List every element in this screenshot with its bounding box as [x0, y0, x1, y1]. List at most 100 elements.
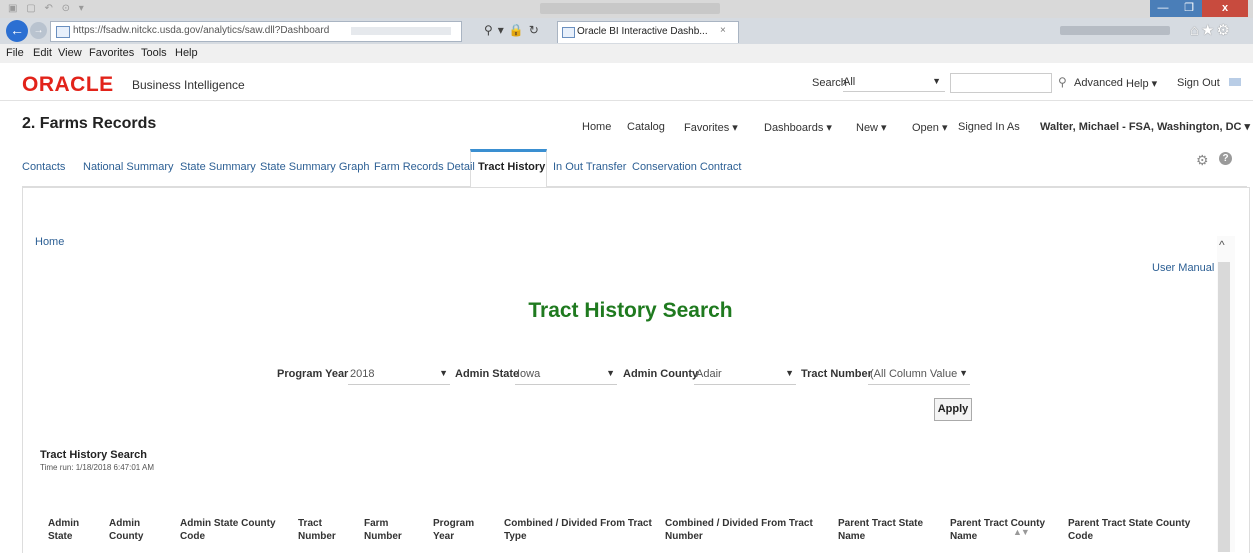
column-header-parent-tract-county-name[interactable]: Parent Tract County Name	[950, 517, 1045, 543]
nav-new[interactable]: New ▾	[856, 121, 887, 134]
maximize-button[interactable]: ❐	[1176, 0, 1202, 17]
column-header-combined-number[interactable]: Combined / Divided From Tract Number	[665, 517, 813, 543]
tab-in-out-transfer[interactable]: In Out Transfer	[553, 161, 626, 173]
time-run: Time run: 1/18/2018 6:47:01 AM	[40, 463, 154, 472]
dashboard-title: 2. Farms Records	[22, 115, 157, 132]
search-scope-value: All	[843, 76, 856, 88]
chevron-down-icon: ▼	[959, 368, 968, 378]
tract-number-select[interactable]: (All Column Value ▼	[868, 364, 970, 385]
help-icon[interactable]: ?	[1219, 152, 1232, 165]
header-line-2: Number	[364, 531, 402, 542]
admin-county-label: Admin County	[623, 368, 699, 380]
signed-in-user-menu[interactable]: Walter, Michael - FSA, Washington, DC ▾	[1040, 120, 1250, 133]
tab-national-summary[interactable]: National Summary	[83, 161, 173, 173]
column-header-admin-state[interactable]: Admin State	[48, 517, 79, 543]
menu-view[interactable]: View	[58, 47, 82, 59]
result-title: Tract History Search	[40, 449, 147, 461]
tab-contacts[interactable]: Contacts	[22, 161, 65, 173]
program-year-label: Program Year	[277, 368, 349, 380]
header-line-1: Parent Tract State County	[1068, 518, 1191, 529]
chevron-down-icon: ▼	[606, 368, 615, 378]
program-year-select[interactable]: 2018 ▼	[348, 364, 450, 385]
column-header-tract-number[interactable]: Tract Number	[298, 517, 336, 543]
home-favorites-settings-icons[interactable]: ⌂★⚙	[1190, 21, 1232, 39]
browser-tab-oracle[interactable]: Oracle BI Interactive Dashb... ×	[557, 21, 739, 43]
column-header-admin-county[interactable]: Admin County	[109, 517, 143, 543]
breadcrumb-home[interactable]: Home	[35, 236, 64, 248]
header-line-2: Year	[433, 531, 455, 542]
column-header-farm-number[interactable]: Farm Number	[364, 517, 402, 543]
sign-out-link[interactable]: Sign Out	[1177, 77, 1220, 89]
scroll-up-icon[interactable]: ^	[1219, 238, 1225, 252]
url-text[interactable]: https://fsadw.nitckc.usda.gov/analytics/…	[73, 25, 329, 36]
nav-dashboards[interactable]: Dashboards ▾	[764, 121, 832, 134]
header-line-2: Type	[504, 531, 527, 542]
tab-tract-history[interactable]: Tract History	[478, 161, 545, 173]
help-menu[interactable]: Help ▾	[1126, 77, 1157, 90]
admin-state-label: Admin State	[455, 368, 520, 380]
tab-state-summary[interactable]: State Summary	[180, 161, 256, 173]
page-icon	[562, 27, 575, 38]
menu-edit[interactable]: Edit	[33, 47, 52, 59]
header-line-1: Tract	[298, 518, 322, 529]
menu-file[interactable]: File	[6, 47, 24, 59]
search-input[interactable]	[950, 73, 1052, 93]
oracle-header: ORACLE Business Intelligence Search All …	[0, 63, 1253, 101]
header-line-2: Name	[950, 531, 978, 542]
column-header-combined-type[interactable]: Combined / Divided From Tract Type	[504, 517, 652, 543]
dashboard-tabs: Contacts National Summary State Summary …	[22, 149, 1247, 187]
menu-help[interactable]: Help	[175, 47, 198, 59]
header-line-2: Number	[298, 531, 336, 542]
back-button[interactable]: ←	[6, 20, 28, 42]
column-header-parent-tract-state-name[interactable]: Parent Tract State Name	[838, 517, 923, 543]
nav-open[interactable]: Open ▾	[912, 121, 948, 134]
forward-button[interactable]: →	[30, 22, 47, 39]
apply-button[interactable]: Apply	[934, 398, 972, 421]
user-manual-link[interactable]: User Manual	[1152, 262, 1214, 274]
signed-in-as-label: Signed In As	[958, 121, 1020, 133]
page-title-text: Tract History Search	[528, 299, 733, 322]
admin-county-value: Adair	[696, 368, 722, 380]
tab-close-icon[interactable]: ×	[720, 25, 726, 36]
oracle-logo: ORACLE	[22, 73, 114, 96]
apps-icon[interactable]	[1229, 78, 1241, 86]
minimize-button[interactable]: —	[1150, 0, 1176, 17]
header-line-1: Parent Tract State	[838, 518, 924, 529]
column-header-admin-state-county-code[interactable]: Admin State County Code	[180, 517, 276, 543]
menu-tools[interactable]: Tools	[141, 47, 167, 59]
browser-tab-title: Oracle BI Interactive Dashb...	[577, 26, 708, 37]
nav-catalog[interactable]: Catalog	[627, 121, 665, 133]
header-line-1: Admin State County	[180, 518, 276, 529]
admin-state-select[interactable]: Iowa ▼	[515, 364, 617, 385]
header-line-2: Code	[180, 531, 205, 542]
browser-user-blurred	[1060, 26, 1170, 35]
page-icon	[56, 26, 70, 38]
chevron-down-icon: ▼	[932, 76, 941, 86]
tab-conservation-contract[interactable]: Conservation Contract	[632, 161, 741, 173]
tract-number-label: Tract Number	[801, 368, 872, 380]
column-header-program-year[interactable]: Program Year	[433, 517, 474, 543]
header-line-1: Admin	[109, 518, 141, 529]
nav-home[interactable]: Home	[582, 121, 611, 133]
tab-state-summary-graph[interactable]: State Summary Graph	[260, 161, 369, 173]
search-lock-refresh-icons[interactable]: ⚲▾🔒↻	[484, 23, 544, 37]
header-line-1: Parent Tract County	[950, 518, 1046, 529]
search-scope-select[interactable]: All ▼	[843, 73, 945, 92]
search-icon[interactable]: ⚲	[1058, 75, 1067, 89]
header-line-2: State	[48, 531, 73, 542]
tab-farm-records-detail[interactable]: Farm Records Detail	[374, 161, 475, 173]
admin-county-select[interactable]: Adair ▼	[694, 364, 796, 385]
address-bar[interactable]: https://fsadw.nitckc.usda.gov/analytics/…	[50, 21, 462, 42]
column-header-parent-tract-state-county-code[interactable]: Parent Tract State County Code	[1068, 517, 1190, 543]
nav-favorites[interactable]: Favorites ▾	[684, 121, 738, 134]
menu-favorites[interactable]: Favorites	[89, 47, 134, 59]
advanced-link[interactable]: Advanced	[1074, 77, 1123, 89]
chevron-down-icon: ▼	[439, 368, 448, 378]
header-line-1: Farm	[364, 518, 389, 529]
close-window-button[interactable]: x	[1202, 0, 1248, 17]
gear-icon[interactable]: ⚙	[1196, 152, 1209, 169]
admin-state-value: Iowa	[517, 368, 541, 380]
window-title-bar: ▣ ▢ ↶ ⊙ ▾ — ❐ x	[0, 0, 1253, 18]
menu-bar: File Edit View Favorites Tools Help	[0, 44, 1253, 64]
product-name: Business Intelligence	[132, 78, 245, 92]
